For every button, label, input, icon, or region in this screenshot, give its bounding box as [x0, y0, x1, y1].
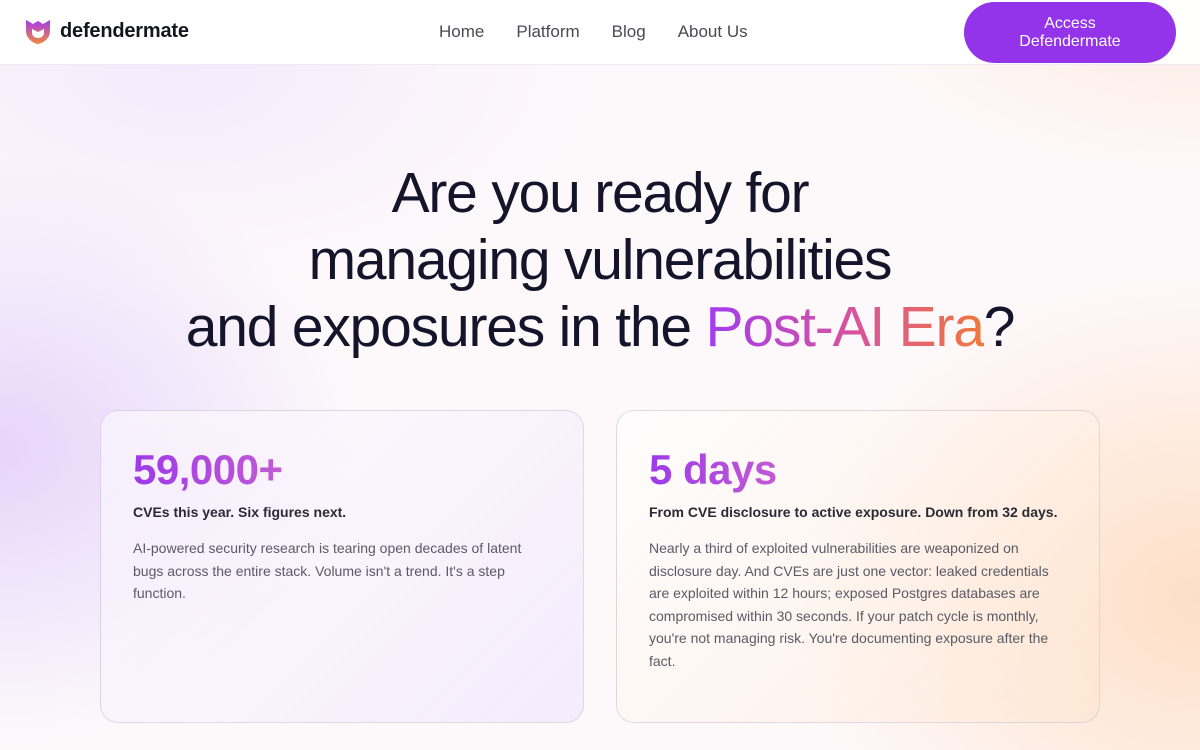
stat-card-cves: 59,000+ CVEs this year. Six figures next… — [100, 410, 584, 723]
stat-description: Nearly a third of exploited vulnerabilit… — [649, 540, 1049, 669]
hero-title-line-3-suffix: ? — [983, 295, 1016, 359]
nav-platform[interactable]: Platform — [516, 22, 579, 42]
hero-section: Are you ready for managing vulnerabiliti… — [0, 160, 1200, 361]
stat-value: 5 days — [649, 446, 777, 493]
stat-subtitle: CVEs this year. Six figures next. — [133, 504, 347, 520]
brand-name: defendermate — [60, 19, 189, 42]
top-navbar: defendermate Home Platform Blog About Us… — [0, 0, 1200, 65]
main-nav: Home Platform Blog About Us — [439, 22, 780, 42]
nav-blog[interactable]: Blog — [612, 22, 646, 42]
nav-about-us[interactable]: About Us — [678, 22, 748, 42]
hero-title-line-3-prefix: and exposures in the — [185, 295, 706, 359]
access-defendermate-button[interactable]: Access Defendermate — [964, 2, 1176, 63]
stat-description: AI-powered security research is tearing … — [133, 540, 522, 601]
hero-title-line-2: managing vulnerabilities — [308, 228, 893, 292]
hero-title: Are you ready for managing vulnerabiliti… — [0, 160, 1200, 361]
hero-title-line-1: Are you ready for — [391, 161, 810, 225]
shield-logo-icon — [26, 20, 50, 44]
nav-home[interactable]: Home — [439, 22, 484, 42]
brand-logo[interactable]: defendermate — [23, 16, 189, 46]
stat-value: 59,000+ — [133, 446, 283, 493]
stat-card-exposure-time: 5 days From CVE disclosure to active exp… — [616, 410, 1100, 723]
stat-subtitle: From CVE disclosure to active exposure. … — [649, 504, 1058, 520]
hero-title-highlight: Post-AI Era — [705, 295, 985, 359]
